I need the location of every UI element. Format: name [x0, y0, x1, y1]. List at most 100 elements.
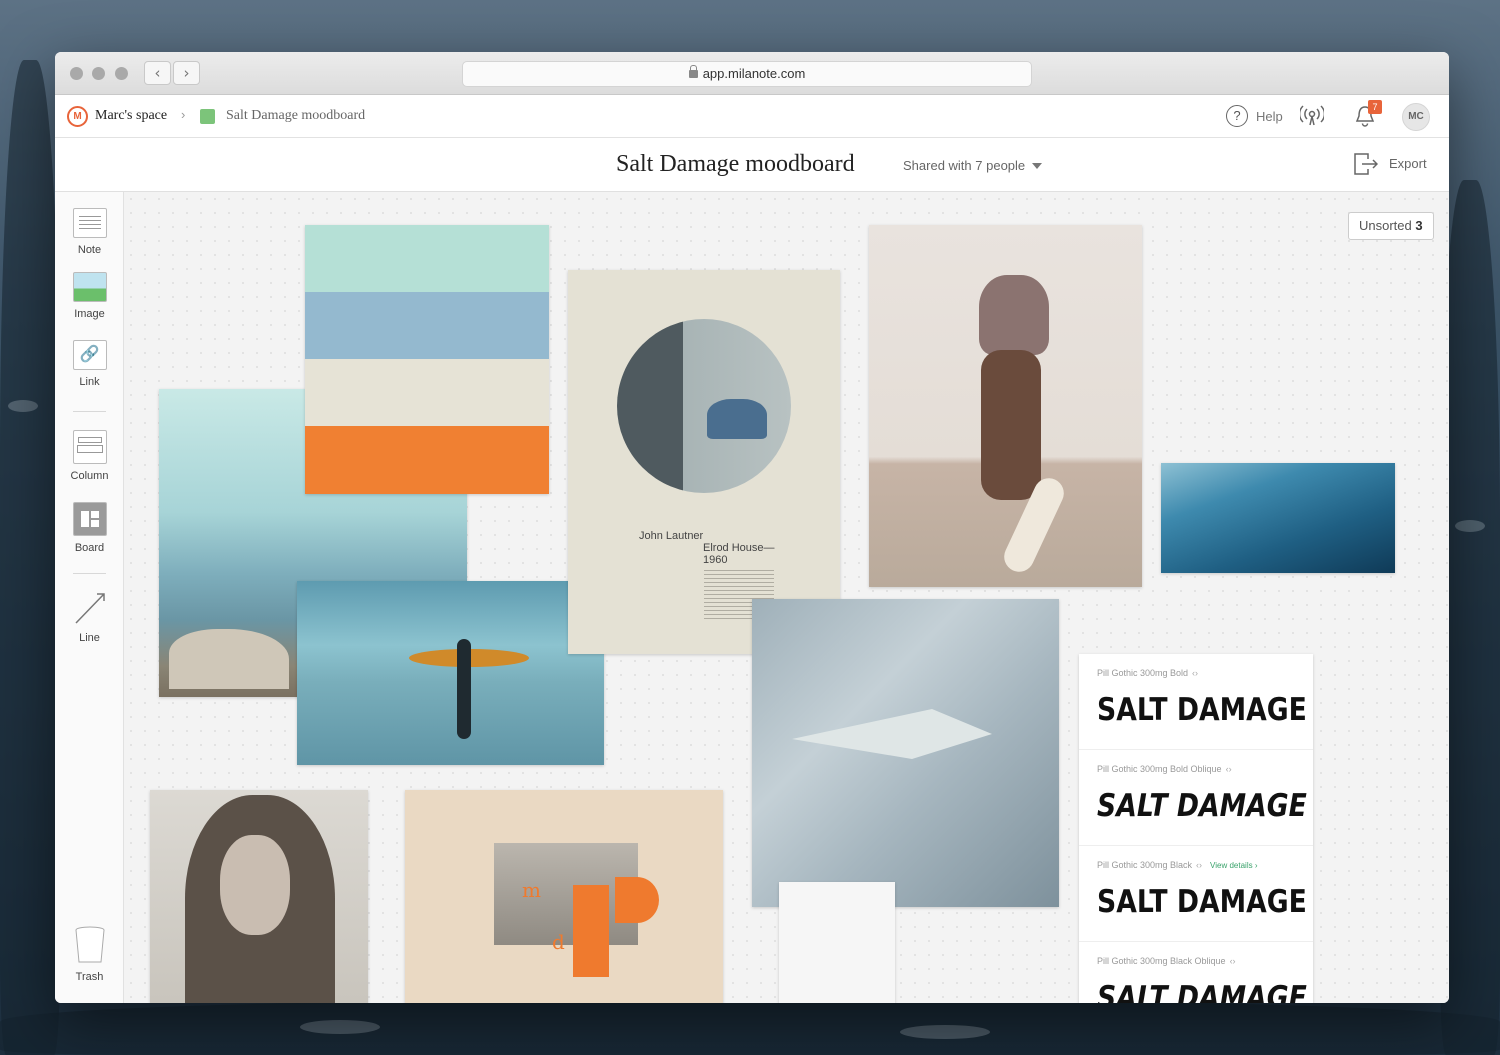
minimize-window-button[interactable] [92, 67, 105, 80]
blank-card[interactable] [779, 882, 895, 1003]
font-sample-text: SALT DAMAGE [1097, 692, 1307, 728]
lock-icon [688, 65, 698, 78]
page-title[interactable]: Salt Damage moodboard [616, 151, 855, 178]
tool-link[interactable]: 🔗 Link [55, 340, 124, 388]
divider [73, 573, 106, 574]
browser-window: ‹ › app.milanote.com M Marc's space › Sa… [55, 52, 1449, 1003]
font-name: Pill Gothic 300mg Black ‹› View details › [1097, 860, 1258, 870]
code-icon: ‹› [1192, 668, 1199, 678]
tool-trash[interactable]: Trash [55, 925, 124, 983]
surfer-image-card[interactable] [297, 581, 604, 765]
board-title-bar: Salt Damage moodboard Shared with 7 peop… [55, 138, 1449, 192]
font-sample-row[interactable]: Pill Gothic 300mg Black Oblique ‹› SALT D… [1079, 942, 1313, 1003]
tool-label: Image [74, 308, 105, 320]
chevron-left-icon: ‹ [154, 64, 161, 82]
tool-board[interactable]: Board [55, 502, 124, 554]
tool-sidebar: Note Image 🔗 Link Column Board Line Tras… [55, 192, 124, 1003]
paper-shark-image-card[interactable] [752, 599, 1059, 907]
collage-image-card[interactable]: m d [405, 790, 723, 1003]
orange-half-circle [615, 877, 659, 923]
line-arrow-icon [74, 593, 105, 624]
typography-card[interactable]: Pill Gothic 300mg Bold ‹› SALT DAMAGE Pil… [1079, 654, 1313, 1003]
orange-rectangle [573, 885, 609, 977]
close-window-button[interactable] [70, 67, 83, 80]
help-icon[interactable]: ? [1226, 105, 1248, 127]
font-name: Pill Gothic 300mg Black Oblique ‹› [1097, 956, 1236, 966]
unsorted-count: 3 [1415, 218, 1423, 233]
font-sample-row[interactable]: Pill Gothic 300mg Bold Oblique ‹› SALT DA… [1079, 750, 1313, 846]
unsorted-label: Unsorted [1359, 218, 1412, 233]
shark-shape [792, 709, 992, 759]
divider [73, 411, 106, 412]
collage-letter: d [552, 930, 565, 954]
chair-shape [707, 399, 767, 439]
export-button[interactable]: Export [1389, 156, 1427, 171]
portrait-image-card[interactable] [150, 790, 368, 1003]
unsorted-button[interactable]: Unsorted 3 [1348, 212, 1434, 240]
surfer-figure [457, 639, 471, 739]
tool-label: Column [70, 470, 109, 482]
broadcast-icon[interactable] [1300, 105, 1324, 127]
view-details-link[interactable]: View details › [1210, 861, 1257, 870]
notification-badge: 7 [1368, 100, 1382, 114]
address-bar[interactable]: app.milanote.com [462, 61, 1032, 87]
tool-label: Link [79, 376, 100, 388]
font-name: Pill Gothic 300mg Bold Oblique ‹› [1097, 764, 1232, 774]
shared-with-label[interactable]: Shared with 7 people [903, 158, 1025, 173]
font-sample-text: SALT DAMAGE [1097, 980, 1307, 1003]
face-shape [220, 835, 290, 935]
url-text: app.milanote.com [702, 66, 806, 81]
wave-image-card[interactable] [1161, 463, 1395, 573]
app-header: M Marc's space › Salt Damage moodboard ?… [55, 95, 1449, 138]
export-icon[interactable] [1354, 153, 1378, 175]
architecture-poster-card[interactable]: John Lautner Elrod House— 1960 [568, 270, 840, 654]
column-icon [72, 430, 107, 464]
swatch-sand [305, 359, 549, 426]
forward-button[interactable]: › [173, 61, 200, 85]
back-button[interactable]: ‹ [144, 61, 171, 85]
browser-chrome: ‹ › app.milanote.com [55, 52, 1449, 95]
poster-work: Elrod House— [703, 542, 775, 554]
rock-shape [169, 629, 289, 689]
breadcrumb-space[interactable]: Marc's space [95, 108, 167, 124]
font-name: Pill Gothic 300mg Bold ‹› [1097, 668, 1199, 678]
font-sample-row[interactable]: Pill Gothic 300mg Bold ‹› SALT DAMAGE [1079, 654, 1313, 750]
font-sample-text: SALT DAMAGE [1097, 884, 1307, 920]
poster-author: John Lautner [639, 530, 704, 542]
trousers-shape [981, 350, 1041, 500]
skateboarder-image-card[interactable] [869, 225, 1142, 587]
board-canvas[interactable]: Unsorted 3 John Lautner Elrod House— 196… [124, 192, 1449, 1003]
tool-label: Trash [75, 971, 104, 983]
tool-label: Line [79, 632, 100, 644]
tool-label: Note [77, 244, 102, 256]
trash-icon [75, 926, 104, 963]
chevron-down-icon[interactable] [1032, 163, 1042, 169]
color-palette-card[interactable] [305, 225, 549, 494]
code-icon: ‹› [1229, 956, 1236, 966]
image-icon [72, 272, 107, 302]
tool-note[interactable]: Note [55, 208, 124, 256]
tool-image[interactable]: Image [55, 272, 124, 320]
help-label[interactable]: Help [1256, 109, 1283, 124]
milanote-logo-icon[interactable]: M [67, 106, 88, 127]
avatar[interactable]: MC [1402, 103, 1430, 131]
board-icon [200, 109, 215, 124]
tool-line[interactable]: Line [55, 590, 124, 644]
code-icon: ‹› [1225, 764, 1232, 774]
font-sample-text: SALT DAMAGE [1097, 788, 1307, 824]
breadcrumb-board[interactable]: Salt Damage moodboard [226, 108, 365, 124]
maximize-window-button[interactable] [115, 67, 128, 80]
architecture-photo-circle [617, 319, 791, 493]
sweater-shape [979, 275, 1049, 355]
note-icon [72, 208, 107, 238]
chevron-right-icon: › [183, 64, 190, 82]
tool-column[interactable]: Column [55, 430, 124, 482]
code-icon: ‹› [1196, 860, 1203, 870]
swatch-mint [305, 225, 549, 292]
link-icon: 🔗 [72, 340, 107, 370]
font-sample-row[interactable]: Pill Gothic 300mg Black ‹› View details › … [1079, 846, 1313, 942]
board-tool-icon [72, 502, 107, 536]
tool-label: Board [74, 542, 105, 554]
collage-letter: m [522, 878, 541, 902]
chevron-right-icon: › [181, 107, 186, 122]
